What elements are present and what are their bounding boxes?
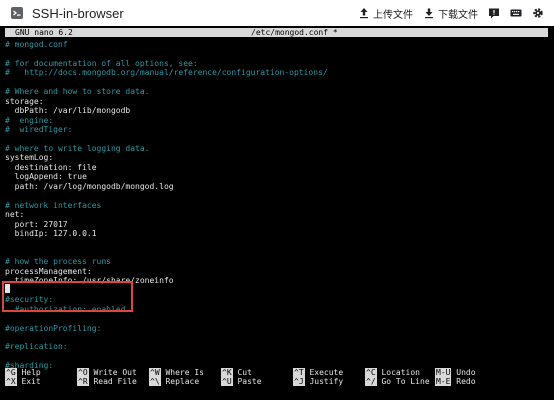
shortcut-label: Location	[381, 368, 420, 377]
shortcut-label: Redo	[456, 377, 476, 386]
settings-gear-icon[interactable]	[532, 7, 544, 19]
shortcut-label: Replace	[165, 377, 200, 386]
nano-version: GNU nano 6.2	[15, 28, 73, 37]
shortcut-label: Read File	[93, 377, 137, 386]
shortcut-key: M-E	[435, 377, 452, 386]
highlight-box	[2, 281, 133, 312]
editor-line: systemLog:	[5, 153, 54, 163]
editor-line: # where to write logging data.	[5, 143, 150, 153]
upload-file-label: 上传文件	[373, 9, 413, 21]
download-file-button[interactable]: 下载文件	[423, 6, 478, 21]
shortcut-label: Execute	[309, 368, 344, 377]
shortcut-item[interactable]: ^\ Replace	[149, 377, 199, 386]
upload-file-button[interactable]: 上传文件	[358, 6, 413, 21]
editor-line: # http://docs.mongodb.org/manual/referen…	[5, 68, 328, 78]
shortcut-key: ^W	[149, 368, 161, 377]
editor-line: path: /var/log/mongodb/mongod.log	[5, 181, 174, 191]
shortcut-key: ^G	[5, 368, 17, 377]
app-title: SSH-in-browser	[32, 5, 124, 21]
shortcut-key: ^O	[77, 368, 89, 377]
shortcut-item[interactable]: M-E Redo	[435, 377, 476, 386]
shortcut-key: M-U	[435, 368, 452, 377]
nano-title-bar: GNU nano 6.2 /etc/mongod.conf *	[5, 28, 548, 37]
editor-line: # for documentation of all options, see:	[5, 58, 198, 68]
editor-line: # Where and how to store data.	[5, 87, 150, 97]
editor-line: net:	[5, 210, 25, 220]
editor-line: storage:	[5, 96, 44, 106]
shortcut-item[interactable]: ^X Exit	[5, 377, 41, 386]
chat-icon[interactable]	[488, 7, 500, 19]
shortcut-key: ^T	[293, 368, 305, 377]
shortcut-key: ^K	[221, 368, 233, 377]
shortcut-item[interactable]: ^C Location	[365, 368, 420, 377]
shortcut-label: Write Out	[93, 368, 137, 377]
shortcut-label: Where Is	[165, 368, 204, 377]
nano-filename: /etc/mongod.conf *	[251, 28, 338, 37]
shortcut-item[interactable]: ^T Execute	[293, 368, 343, 377]
shortcut-key: ^U	[221, 377, 233, 386]
shortcut-item[interactable]: ^U Paste	[221, 377, 262, 386]
editor-line: destination: file	[5, 162, 97, 172]
shortcut-label: Justify	[309, 377, 344, 386]
terminal-area[interactable]: GNU nano 6.2 /etc/mongod.conf * # mongod…	[0, 26, 554, 400]
download-file-label: 下载文件	[438, 9, 478, 21]
editor-line: #operationProfiling:	[5, 323, 102, 333]
editor-line: # how the process runs	[5, 257, 111, 267]
shortcut-label: Cut	[237, 368, 252, 377]
shortcut-label: Help	[21, 368, 41, 377]
shortcut-label: Paste	[237, 377, 262, 386]
download-icon	[425, 8, 433, 19]
terminal-app-icon	[11, 7, 23, 19]
shortcut-item[interactable]: ^/ Go To Line	[365, 377, 430, 386]
shortcut-label: Undo	[456, 368, 476, 377]
shortcut-item[interactable]: ^G Help	[5, 368, 41, 377]
shortcut-item[interactable]: ^J Justify	[293, 377, 343, 386]
shortcut-key: ^C	[365, 368, 377, 377]
shortcut-label: Go To Line	[381, 377, 430, 386]
shortcut-key: ^R	[77, 377, 89, 386]
editor-line: port: 27017	[5, 219, 68, 229]
shortcut-item[interactable]: ^R Read File	[77, 377, 137, 386]
shortcut-item[interactable]: ^K Cut	[221, 368, 252, 377]
upload-icon	[360, 8, 368, 19]
shortcut-key: ^J	[293, 377, 305, 386]
editor-line: dbPath: /var/lib/mongodb	[5, 106, 131, 116]
shortcut-key: ^\	[149, 377, 161, 386]
editor-line: processManagement:	[5, 266, 92, 276]
shortcut-item[interactable]: M-U Undo	[435, 368, 476, 377]
shortcut-label: Exit	[21, 377, 41, 386]
app-header: SSH-in-browser 上传文件 下载文件	[0, 0, 554, 27]
shortcut-key: ^X	[5, 377, 17, 386]
editor-line: #replication:	[5, 342, 68, 352]
keyboard-icon[interactable]	[510, 7, 522, 19]
editor-line: # mongod.conf	[5, 40, 68, 49]
editor-line: # engine:	[5, 115, 54, 125]
editor-line: # wiredTiger:	[5, 125, 73, 135]
shortcut-item[interactable]: ^W Where Is	[149, 368, 204, 377]
editor-line: bindIp: 127.0.0.1	[5, 229, 97, 238]
editor-line: logAppend: true	[5, 172, 87, 182]
shortcut-key: ^/	[365, 377, 377, 386]
editor-line: # network interfaces	[5, 200, 102, 210]
shortcut-item[interactable]: ^O Write Out	[77, 368, 137, 377]
